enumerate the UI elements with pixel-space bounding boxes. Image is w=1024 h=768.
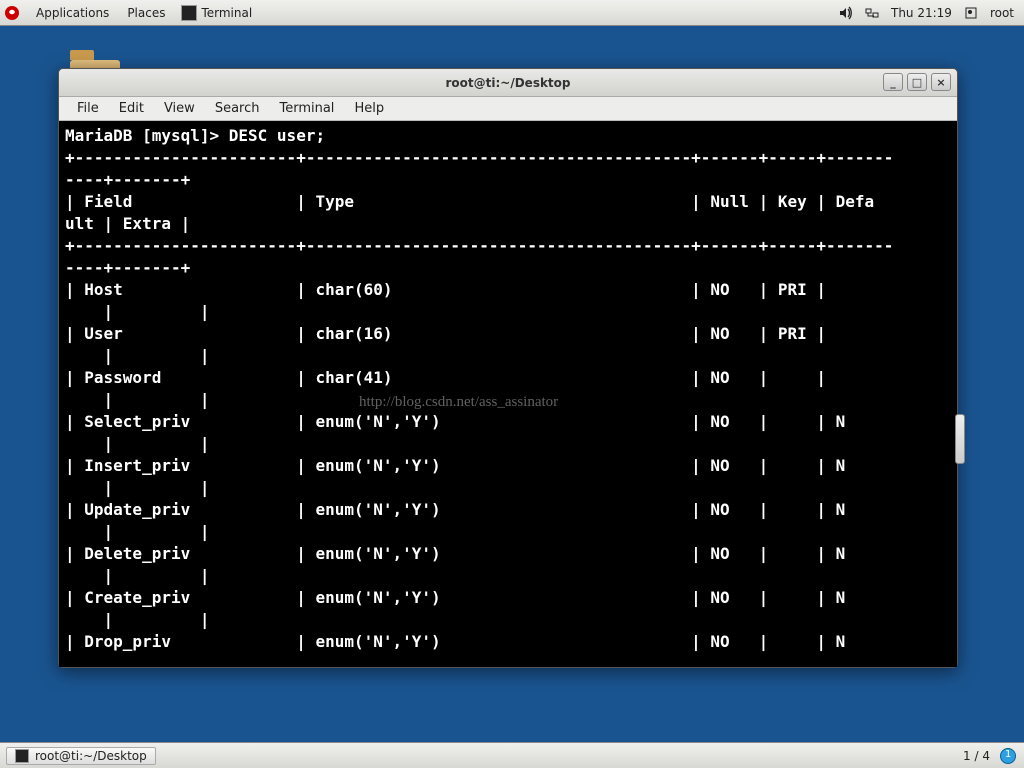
menu-terminal[interactable]: Terminal (269, 101, 344, 116)
menu-places[interactable]: Places (119, 6, 173, 20)
distro-logo-icon (4, 5, 20, 21)
taskbar-terminal[interactable]: Terminal (175, 5, 258, 21)
taskbar-terminal-label: Terminal (201, 6, 252, 20)
network-icon[interactable] (865, 6, 879, 20)
user-label[interactable]: root (990, 6, 1014, 20)
terminal-menubar: File Edit View Search Terminal Help (59, 97, 957, 121)
bottom-task-terminal[interactable]: root@ti:~/Desktop (6, 747, 156, 765)
user-switch-icon[interactable] (964, 6, 978, 20)
bottom-task-label: root@ti:~/Desktop (35, 749, 147, 763)
window-titlebar[interactable]: root@ti:~/Desktop _ □ × (59, 69, 957, 97)
terminal-output[interactable]: MariaDB [mysql]> DESC user; +-----------… (59, 121, 957, 667)
window-title: root@ti:~/Desktop (445, 76, 570, 90)
terminal-icon (181, 5, 197, 21)
gnome-bottom-panel: root@ti:~/Desktop 1 / 4 (0, 742, 1024, 768)
scrollbar-thumb[interactable] (955, 414, 965, 464)
volume-icon[interactable] (839, 6, 853, 20)
menu-view[interactable]: View (154, 101, 205, 116)
clock[interactable]: Thu 21:19 (891, 6, 952, 20)
minimize-button[interactable]: _ (883, 73, 903, 91)
menu-file[interactable]: File (67, 101, 109, 116)
menu-search[interactable]: Search (205, 101, 270, 116)
maximize-button[interactable]: □ (907, 73, 927, 91)
menu-help[interactable]: Help (344, 101, 394, 116)
terminal-icon (15, 749, 29, 763)
workspace-pager[interactable]: 1 / 4 (963, 749, 990, 763)
watermark-text: http://blog.csdn.net/ass_assinator (359, 391, 558, 413)
terminal-window: root@ti:~/Desktop _ □ × File Edit View S… (58, 68, 958, 668)
menu-applications[interactable]: Applications (28, 6, 117, 20)
close-button[interactable]: × (931, 73, 951, 91)
workspace-indicator-icon[interactable] (1000, 748, 1016, 764)
menu-edit[interactable]: Edit (109, 101, 154, 116)
gnome-top-panel: Applications Places Terminal Thu 21:19 r… (0, 0, 1024, 26)
